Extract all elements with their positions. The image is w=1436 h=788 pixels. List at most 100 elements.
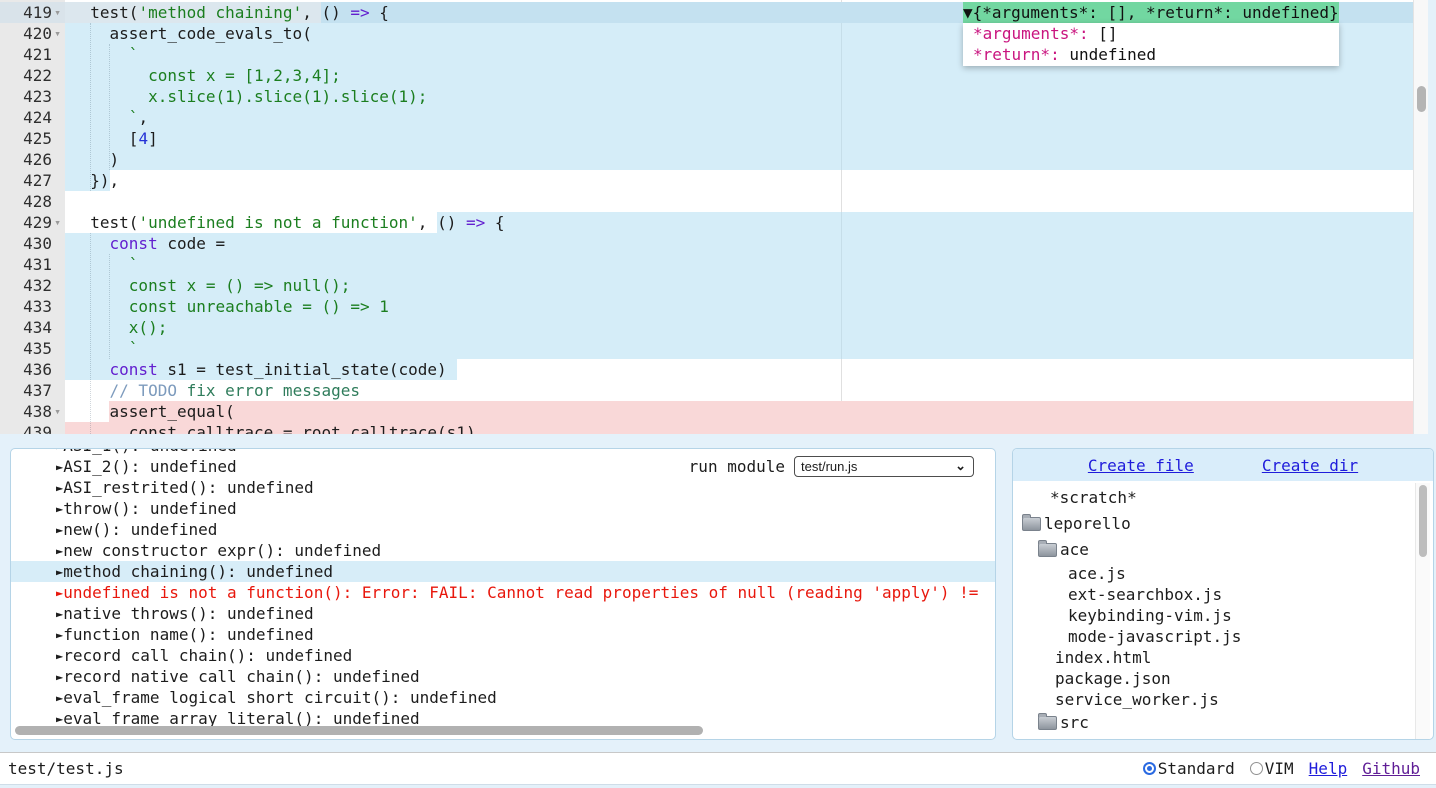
tree-item-ext-searchbox.js[interactable]: ext-searchbox.js bbox=[1013, 584, 1433, 605]
test-result-label: native throws(): undefined bbox=[63, 604, 313, 623]
line-number-gutter[interactable]: 419▾420▾421422423424425426427428429▾4304… bbox=[0, 0, 65, 434]
code-token bbox=[71, 360, 110, 379]
test-result-row[interactable]: ►ASI_restrited(): undefined bbox=[11, 477, 995, 498]
tree-item-ast_utils.js[interactable]: ast_utils.js bbox=[1013, 736, 1433, 740]
tooltip-header[interactable]: ▼{*arguments*: [], *return*: undefined} bbox=[963, 2, 1339, 23]
tree-item-leporello[interactable]: leporello bbox=[1013, 511, 1433, 537]
tree-item-label: ace bbox=[1060, 537, 1089, 563]
line-number: 435 bbox=[23, 338, 52, 359]
radio-selected-icon[interactable] bbox=[1143, 762, 1156, 775]
test-result-row[interactable]: ►throw(): undefined bbox=[11, 498, 995, 519]
code-line[interactable]: ` bbox=[65, 44, 505, 65]
line-number: 424 bbox=[23, 107, 52, 128]
test-result-label: new(): undefined bbox=[63, 520, 217, 539]
code-line[interactable]: ` bbox=[65, 338, 505, 359]
test-result-row[interactable]: ►eval_frame logical short circuit(): und… bbox=[11, 687, 995, 708]
radio-unselected-icon[interactable] bbox=[1250, 762, 1263, 775]
tree-item-mode-javascript.js[interactable]: mode-javascript.js bbox=[1013, 626, 1433, 647]
tree-item-index.html[interactable]: index.html bbox=[1013, 647, 1433, 668]
code-line[interactable]: x(); bbox=[65, 317, 505, 338]
code-line[interactable]: x.slice(1).slice(1).slice(1); bbox=[65, 86, 505, 107]
tree-scrollbar-thumb[interactable] bbox=[1419, 485, 1427, 557]
tooltip-body: *arguments*: []*return*: undefined bbox=[963, 23, 1339, 66]
fold-toggle-icon[interactable]: ▾ bbox=[52, 401, 63, 422]
console-scrollbar-thumb[interactable] bbox=[15, 726, 703, 735]
tree-item-label: keybinding-vim.js bbox=[1068, 605, 1232, 626]
code-line[interactable] bbox=[65, 191, 505, 212]
test-result-label: ASI_restrited(): undefined bbox=[63, 478, 313, 497]
editor-vertical-scrollbar[interactable] bbox=[1413, 0, 1428, 434]
line-number: 421 bbox=[23, 44, 52, 65]
code-line[interactable]: const calltrace = root_calltrace(s1) bbox=[65, 422, 505, 434]
console-horizontal-scrollbar[interactable] bbox=[11, 726, 995, 736]
tree-item-service_worker.js[interactable]: service_worker.js bbox=[1013, 689, 1433, 710]
code-token: [ bbox=[71, 129, 138, 148]
keybinding-option-standard[interactable]: Standard bbox=[1143, 759, 1235, 778]
tree-vertical-scrollbar[interactable] bbox=[1415, 483, 1430, 739]
code-line[interactable]: const x = [1,2,3,4]; bbox=[65, 65, 505, 86]
tree-item-keybinding-vim.js[interactable]: keybinding-vim.js bbox=[1013, 605, 1433, 626]
code-lines[interactable]: test('method chaining', () => { assert_c… bbox=[65, 2, 505, 434]
code-line[interactable]: // TODO fix error messages bbox=[65, 380, 505, 401]
tooltip-entry[interactable]: *arguments*: [] bbox=[963, 23, 1339, 44]
line-number: 432 bbox=[23, 275, 52, 296]
code-line[interactable]: ) bbox=[65, 149, 505, 170]
code-line[interactable]: test('undefined is not a function', () =… bbox=[65, 212, 505, 233]
code-line[interactable]: test('method chaining', () => { bbox=[65, 2, 505, 23]
test-result-row[interactable]: ►undefined is not a function(): Error: F… bbox=[11, 582, 995, 603]
github-link[interactable]: Github bbox=[1362, 759, 1420, 778]
tooltip-entry[interactable]: *return*: undefined bbox=[963, 44, 1339, 65]
code-token: // TODO bbox=[110, 381, 177, 400]
test-result-row[interactable]: ►method chaining(): undefined bbox=[11, 561, 995, 582]
tooltip-entry-key: *return*: bbox=[973, 45, 1060, 64]
tree-item-ace.js[interactable]: ace.js bbox=[1013, 563, 1433, 584]
code-line[interactable]: assert_equal( bbox=[65, 401, 505, 422]
test-result-row[interactable]: ►ASI_1(): undefined bbox=[11, 448, 995, 456]
create-dir-link[interactable]: Create dir bbox=[1262, 456, 1358, 475]
test-results-panel[interactable]: run module test/run.js ⌄ ►ASI_1(): undef… bbox=[10, 448, 996, 740]
help-link[interactable]: Help bbox=[1309, 759, 1348, 778]
code-line[interactable]: const code = bbox=[65, 233, 505, 254]
code-line[interactable]: }), bbox=[65, 170, 505, 191]
editor-scrollbar-thumb[interactable] bbox=[1417, 86, 1426, 112]
tree-item-label: src bbox=[1060, 710, 1089, 736]
gutter-row: 426 bbox=[0, 149, 65, 170]
test-result-row[interactable]: ►native throws(): undefined bbox=[11, 603, 995, 624]
tooltip-entry-key: *arguments*: bbox=[973, 24, 1089, 43]
test-result-row[interactable]: ►function name(): undefined bbox=[11, 624, 995, 645]
fold-toggle-icon[interactable]: ▾ bbox=[52, 212, 63, 233]
code-line[interactable]: ` bbox=[65, 254, 505, 275]
code-token: const calltrace = root_calltrace(s1) bbox=[71, 423, 476, 434]
code-line[interactable]: const x = () => null(); bbox=[65, 275, 505, 296]
line-number: 419 bbox=[23, 2, 52, 23]
test-result-row[interactable]: ►new constructor expr(): undefined bbox=[11, 540, 995, 561]
fold-toggle-icon[interactable]: ▾ bbox=[52, 23, 63, 44]
code-token: 'method chaining' bbox=[138, 3, 302, 22]
tree-item-label: index.html bbox=[1055, 647, 1151, 668]
tree-item-package.json[interactable]: package.json bbox=[1013, 668, 1433, 689]
code-token: , bbox=[138, 108, 148, 127]
file-tree-panel[interactable]: Create file Create dir *scratch*leporell… bbox=[1012, 448, 1434, 740]
tree-item-scratch[interactable]: *scratch* bbox=[1013, 485, 1433, 511]
keybinding-option-vim[interactable]: VIM bbox=[1250, 759, 1294, 778]
tree-item-src[interactable]: src bbox=[1013, 710, 1433, 736]
fold-toggle-icon[interactable]: ▾ bbox=[52, 2, 63, 23]
code-line[interactable]: const s1 = test_initial_state(code) bbox=[65, 359, 505, 380]
code-editor[interactable]: 419▾420▾421422423424425426427428429▾4304… bbox=[0, 0, 1428, 434]
file-tree-header: Create file Create dir bbox=[1013, 449, 1433, 481]
run-module-select[interactable]: test/run.js ⌄ bbox=[794, 456, 974, 477]
tree-item-ace[interactable]: ace bbox=[1013, 537, 1433, 563]
file-tree[interactable]: *scratch*leporelloaceace.jsext-searchbox… bbox=[1013, 481, 1433, 740]
code-line[interactable]: [4] bbox=[65, 128, 505, 149]
create-file-link[interactable]: Create file bbox=[1088, 456, 1194, 475]
test-result-list[interactable]: ►ASI_1(): undefined►ASI_2(): undefined►A… bbox=[11, 448, 995, 729]
test-result-row[interactable]: ►record call chain(): undefined bbox=[11, 645, 995, 666]
line-number: 439 bbox=[23, 422, 52, 434]
test-result-row[interactable]: ►new(): undefined bbox=[11, 519, 995, 540]
line-number: 436 bbox=[23, 359, 52, 380]
current-file-label: test/test.js bbox=[8, 759, 124, 778]
code-line[interactable]: `, bbox=[65, 107, 505, 128]
test-result-row[interactable]: ►record native call chain(): undefined bbox=[11, 666, 995, 687]
code-line[interactable]: const unreachable = () => 1 bbox=[65, 296, 505, 317]
code-line[interactable]: assert_code_evals_to( bbox=[65, 23, 505, 44]
